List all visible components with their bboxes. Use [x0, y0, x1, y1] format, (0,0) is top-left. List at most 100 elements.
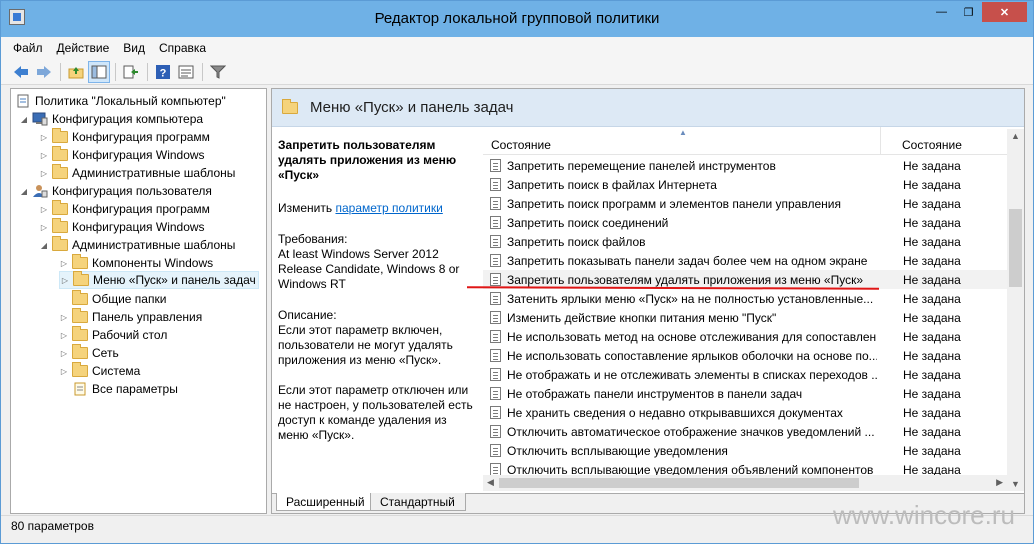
tree-item-user-windows[interactable]: ▷ Конфигурация Windows — [39, 218, 205, 236]
scroll-down-icon[interactable]: ▼ — [1011, 479, 1020, 489]
tab-extended[interactable]: Расширенный — [276, 493, 376, 511]
collapsed-arrow-icon[interactable]: ▷ — [59, 331, 69, 340]
table-row[interactable]: Не использовать метод на основе отслежив… — [483, 327, 1011, 346]
tree-item-all-settings[interactable]: Все параметры — [59, 380, 178, 398]
setting-name: Запретить перемещение панелей инструмент… — [507, 159, 776, 173]
tree-user-config[interactable]: ◢ Конфигурация пользователя — [19, 182, 212, 200]
setting-name: Запретить поиск программ и элементов пан… — [507, 197, 841, 211]
tree-item-computer-software[interactable]: ▷ Конфигурация программ — [39, 128, 210, 146]
vertical-scrollbar[interactable]: ▲ ▼ — [1007, 129, 1024, 491]
table-row[interactable]: Запретить поиск файлов Не задана — [483, 232, 1011, 251]
collapsed-arrow-icon[interactable]: ▷ — [59, 349, 69, 358]
tree-root[interactable]: Политика "Локальный компьютер" — [15, 92, 226, 110]
collapsed-arrow-icon[interactable]: ▷ — [39, 151, 49, 160]
window-controls: — ❐ ✕ — [928, 2, 1027, 22]
table-row[interactable]: Не хранить сведения о недавно открывавши… — [483, 403, 1011, 422]
scroll-left-icon[interactable]: ◀ — [487, 477, 494, 488]
expanded-arrow-icon[interactable]: ◢ — [19, 187, 29, 196]
column-header-setting[interactable]: Состояние — [491, 138, 551, 152]
menu-help[interactable]: Справка — [159, 41, 206, 55]
tree-item-start-menu[interactable]: ▷ Меню «Пуск» и панель задач — [59, 271, 259, 289]
column-divider[interactable] — [880, 127, 881, 155]
back-button[interactable] — [10, 61, 32, 83]
list-header: ▲ Состояние Состояние — [483, 127, 1024, 155]
folder-icon — [72, 362, 88, 377]
expanded-arrow-icon[interactable]: ◢ — [19, 115, 29, 124]
menu-file[interactable]: Файл — [13, 41, 43, 55]
tree-item-user-admin[interactable]: ◢ Административные шаблоны — [39, 236, 235, 254]
table-row[interactable]: Затенить ярлыки меню «Пуск» на не полнос… — [483, 289, 1011, 308]
tree-item-label: Все параметры — [92, 382, 178, 396]
folder-icon — [72, 326, 88, 341]
menu-view[interactable]: Вид — [123, 41, 145, 55]
collapsed-arrow-icon[interactable]: ▷ — [39, 133, 49, 142]
policy-setting-icon — [490, 292, 501, 305]
table-row[interactable]: Запретить поиск соединений Не задана — [483, 213, 1011, 232]
tree-item-desktop[interactable]: ▷ Рабочий стол — [59, 326, 167, 344]
horizontal-scroll-thumb[interactable] — [499, 478, 859, 488]
table-row[interactable]: Запретить поиск в файлах Интернета Не зад… — [483, 175, 1011, 194]
folder-icon — [52, 236, 68, 251]
forward-button[interactable] — [33, 61, 55, 83]
filter-button[interactable] — [207, 61, 229, 83]
table-row[interactable]: Отключить всплывающие уведомления Не зада… — [483, 441, 1011, 460]
tree-item-shared-folders[interactable]: Общие папки — [59, 290, 166, 308]
table-row[interactable]: Не отображать и не отслеживать элементы … — [483, 365, 1011, 384]
edit-policy-link[interactable]: параметр политики — [335, 201, 442, 215]
setting-name: Не использовать метод на основе отслежив… — [507, 330, 877, 344]
policy-setting-icon — [490, 425, 501, 438]
collapsed-arrow-icon[interactable]: ▷ — [59, 367, 69, 376]
menu-action[interactable]: Действие — [57, 41, 110, 55]
properties-view-button[interactable] — [175, 61, 197, 83]
tree-computer-config[interactable]: ◢ Конфигурация компьютера — [19, 110, 203, 128]
close-button[interactable]: ✕ — [982, 2, 1027, 22]
scroll-right-icon[interactable]: ▶ — [996, 477, 1003, 488]
collapsed-arrow-icon[interactable]: ▷ — [59, 313, 69, 322]
export-list-button[interactable] — [120, 61, 142, 83]
table-row[interactable]: Не отображать панели инструментов в пане… — [483, 384, 1011, 403]
help-button[interactable]: ? — [152, 61, 174, 83]
setting-state: Не задана — [903, 254, 961, 268]
table-row[interactable]: Не использовать сопоставление ярлыков об… — [483, 346, 1011, 365]
horizontal-scrollbar[interactable]: ◀ ▶ — [483, 475, 1007, 491]
setting-name: Запретить пользователям удалять приложен… — [507, 273, 864, 287]
tree-item-user-software[interactable]: ▷ Конфигурация программ — [39, 200, 210, 218]
toolbar: ? — [1, 59, 1033, 85]
setting-state: Не задана — [903, 292, 961, 306]
collapsed-arrow-icon[interactable]: ▷ — [39, 205, 49, 214]
setting-name: Отключить автоматическое отображение зна… — [507, 425, 875, 439]
table-row[interactable]: Запретить перемещение панелей инструмент… — [483, 156, 1011, 175]
folder-icon — [52, 164, 68, 179]
export-icon — [123, 65, 138, 78]
table-row[interactable]: Запретить поиск программ и элементов пан… — [483, 194, 1011, 213]
scroll-up-icon[interactable]: ▲ — [1011, 131, 1020, 141]
collapsed-arrow-icon[interactable]: ▷ — [59, 259, 69, 268]
collapsed-arrow-icon[interactable]: ▷ — [39, 223, 49, 232]
tree-item-windows-components[interactable]: ▷ Компоненты Windows — [59, 254, 213, 272]
column-header-state[interactable]: Состояние — [902, 138, 962, 152]
tab-standard[interactable]: Стандартный — [370, 493, 466, 511]
table-row[interactable]: Отключить автоматическое отображение зна… — [483, 422, 1011, 441]
expanded-arrow-icon[interactable]: ◢ — [39, 241, 49, 250]
filter-icon — [210, 65, 226, 79]
collapsed-arrow-icon[interactable]: ▷ — [60, 276, 70, 285]
setting-state: Не задана — [903, 159, 961, 173]
toolbar-separator — [60, 62, 61, 81]
minimize-button[interactable]: — — [928, 2, 955, 22]
collapsed-arrow-icon[interactable]: ▷ — [39, 169, 49, 178]
show-hide-tree-button[interactable] — [88, 60, 110, 83]
tree-item-network[interactable]: ▷ Сеть — [59, 344, 119, 362]
requirements-label: Требования: — [278, 232, 348, 246]
setting-state: Не задана — [903, 273, 961, 287]
tree-item-computer-windows[interactable]: ▷ Конфигурация Windows — [39, 146, 205, 164]
folder-icon — [72, 254, 88, 269]
table-row[interactable]: Запретить показывать панели задач более … — [483, 251, 1011, 270]
table-row[interactable]: Изменить действие кнопки питания меню "П… — [483, 308, 1011, 327]
vertical-scroll-thumb[interactable] — [1009, 209, 1022, 287]
tree-item-system[interactable]: ▷ Система — [59, 362, 140, 380]
up-folder-button[interactable] — [65, 61, 87, 83]
maximize-button[interactable]: ❐ — [955, 2, 982, 22]
folder-icon — [72, 344, 88, 359]
tree-item-control-panel[interactable]: ▷ Панель управления — [59, 308, 202, 326]
tree-item-computer-admin[interactable]: ▷ Административные шаблоны — [39, 164, 235, 182]
